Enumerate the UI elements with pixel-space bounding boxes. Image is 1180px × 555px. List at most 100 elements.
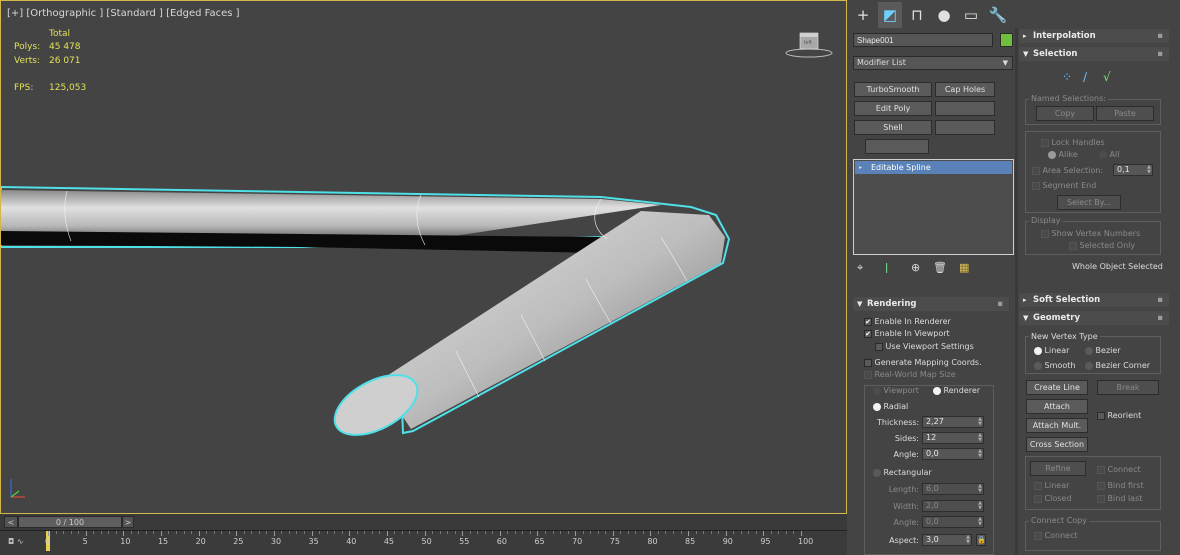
spline-tube-shape[interactable]	[1, 1, 847, 514]
perspective-viewport[interactable]: [+] [Orthographic ] [Standard ] [Edged F…	[0, 0, 847, 514]
modifier-list-dropdown[interactable]: Modifier List ▼	[853, 56, 1013, 70]
time-next-button[interactable]: >	[122, 516, 134, 528]
viewport-option-row[interactable]: Viewport	[873, 386, 919, 395]
length-spinner[interactable]: 6,0 ▲ ▼	[922, 483, 984, 495]
paste-button[interactable]: Paste	[1096, 106, 1154, 121]
generate-mapping-row[interactable]: Generate Mapping Coords.	[864, 358, 982, 367]
bezier-corner-vertex-row[interactable]: Bezier Corner	[1085, 361, 1150, 370]
viewport-radio[interactable]	[873, 386, 881, 395]
area-selection-checkbox[interactable]	[1032, 166, 1040, 175]
time-prev-button[interactable]: <	[4, 516, 18, 528]
segment-end-checkbox[interactable]	[1032, 181, 1040, 190]
edit-poly-button[interactable]: Edit Poly	[854, 101, 932, 116]
reorient-row[interactable]: Reorient	[1097, 411, 1141, 420]
key-filter-icon[interactable]: ◘ ∿	[8, 537, 38, 551]
copy-button[interactable]: Copy	[1036, 106, 1094, 121]
soft-selection-rollout-header[interactable]: ▸ Soft Selection ▪	[1019, 293, 1169, 307]
generate-mapping-checkbox[interactable]	[864, 358, 872, 367]
real-world-row[interactable]: Real-World Map Size	[864, 370, 956, 379]
time-slider-thumb[interactable]: 0 / 100	[18, 516, 122, 528]
linear-vertex-row[interactable]: Linear	[1034, 346, 1069, 355]
alike-radio[interactable]	[1048, 150, 1056, 159]
object-color-swatch[interactable]	[1000, 33, 1013, 47]
bind-last-row[interactable]: Bind last	[1097, 494, 1142, 503]
renderer-option-row[interactable]: Renderer	[933, 386, 980, 395]
radial-option-row[interactable]: Radial	[873, 402, 908, 411]
enable-in-renderer-row[interactable]: ✔ Enable In Renderer	[864, 317, 951, 326]
use-viewport-settings-checkbox[interactable]	[875, 342, 883, 351]
rendering-rollout-header[interactable]: ▼ Rendering ▪	[853, 297, 1009, 311]
configure-modifier-sets-icon[interactable]: ▦	[959, 261, 969, 274]
use-viewport-settings-row[interactable]: Use Viewport Settings	[875, 342, 974, 351]
cap-holes-button[interactable]: Cap Holes	[935, 82, 995, 97]
hierarchy-icon[interactable]: ⊓	[905, 2, 929, 28]
stack-item-editable-spline[interactable]: ▸ Editable Spline	[855, 161, 1012, 174]
connect-checkbox[interactable]	[1097, 465, 1105, 474]
rectangular-option-row[interactable]: Rectangular	[873, 468, 932, 477]
thickness-spinner[interactable]: 2,27 ▲ ▼	[922, 416, 984, 428]
spinner-arrows-icon[interactable]: ▲ ▼	[978, 484, 982, 494]
bezier-corner-radio[interactable]	[1085, 361, 1093, 370]
linear-radio[interactable]	[1034, 346, 1042, 355]
geometry-rollout-header[interactable]: ▼ Geometry ▪	[1019, 311, 1169, 325]
spinner-arrows-icon[interactable]: ▲ ▼	[978, 517, 982, 527]
display-icon[interactable]: ▭	[959, 2, 983, 28]
renderer-radio[interactable]	[933, 386, 941, 395]
area-selection-spinner[interactable]: 0,1 ▲ ▼	[1113, 164, 1153, 176]
spinner-arrows-icon[interactable]: ▲ ▼	[978, 417, 982, 427]
break-button[interactable]: Break	[1097, 380, 1159, 395]
closed-checkbox[interactable]	[1034, 494, 1042, 503]
selection-rollout-header[interactable]: ▼ Selection ▪	[1019, 47, 1169, 61]
bind-first-row[interactable]: Bind first	[1097, 481, 1144, 490]
show-vertex-numbers-checkbox[interactable]	[1041, 229, 1049, 238]
closed-row[interactable]: Closed	[1034, 494, 1071, 503]
pin-icon[interactable]: ⌖	[857, 261, 863, 275]
shell-button[interactable]: Shell	[854, 120, 932, 135]
attach-mult-button[interactable]: Attach Mult.	[1026, 418, 1088, 433]
object-name-field[interactable]	[853, 33, 993, 47]
bind-last-checkbox[interactable]	[1097, 494, 1105, 503]
refine-button[interactable]: Refine	[1030, 461, 1086, 476]
angle2-spinner[interactable]: 0,0 ▲ ▼	[922, 516, 984, 528]
cross-section-button[interactable]: Cross Section	[1026, 437, 1088, 452]
utilities-icon[interactable]: 🔧	[986, 2, 1010, 28]
connect2-checkbox[interactable]	[1034, 531, 1042, 540]
radial-radio[interactable]	[873, 402, 881, 411]
sides-spinner[interactable]: 12 ▲ ▼	[922, 432, 984, 444]
spinner-arrows-icon[interactable]: ▲ ▼	[978, 501, 982, 511]
empty-modifier-button-1[interactable]	[935, 101, 995, 116]
spline-mode-icon[interactable]: √	[1103, 70, 1111, 84]
show-vertex-numbers-row[interactable]: Show Vertex Numbers	[1041, 229, 1140, 238]
spinner-arrows-icon[interactable]: ▲ ▼	[978, 449, 982, 459]
interpolation-rollout-header[interactable]: ▸ Interpolation ▪	[1019, 29, 1169, 43]
smooth-vertex-row[interactable]: Smooth	[1034, 361, 1075, 370]
turbosmooth-button[interactable]: TurboSmooth	[854, 82, 932, 97]
segment-end-row[interactable]: Segment End	[1032, 181, 1096, 190]
lock-handles-checkbox[interactable]	[1041, 138, 1049, 147]
modify-icon[interactable]: ◩	[878, 2, 902, 28]
modifier-stack-list[interactable]: ▸ Editable Spline	[853, 159, 1014, 255]
smooth-radio[interactable]	[1034, 361, 1042, 370]
connect-row[interactable]: Connect	[1097, 465, 1141, 474]
all-radio[interactable]	[1099, 150, 1107, 159]
width-spinner[interactable]: 2,0 ▲ ▼	[922, 500, 984, 512]
bezier-vertex-row[interactable]: Bezier	[1085, 346, 1121, 355]
lock-icon[interactable]: 🔒	[976, 534, 986, 546]
timeline-ruler[interactable]: ◘ ∿ 0 5 10 15 20 25 30 35 40 45 50 55 60 65 70 75 80 85 90…	[0, 530, 847, 555]
motion-icon[interactable]: ●	[932, 2, 956, 28]
empty-modifier-button-2[interactable]	[935, 120, 995, 135]
linear2-checkbox[interactable]	[1034, 481, 1042, 490]
linear2-row[interactable]: Linear	[1034, 481, 1069, 490]
attach-button[interactable]: Attach	[1026, 399, 1088, 414]
alike-row[interactable]: Alike	[1048, 150, 1078, 159]
connect2-row[interactable]: Connect	[1034, 531, 1078, 540]
select-by-button[interactable]: Select By...	[1057, 195, 1121, 210]
enable-in-renderer-checkbox[interactable]: ✔	[864, 317, 872, 326]
make-unique-icon[interactable]: ⊕	[911, 261, 920, 274]
real-world-checkbox[interactable]	[864, 370, 872, 379]
selected-only-checkbox[interactable]	[1069, 241, 1077, 250]
plus-icon[interactable]: +	[851, 2, 875, 28]
lock-handles-row[interactable]: Lock Handles	[1041, 138, 1105, 147]
empty-modifier-button-3[interactable]	[865, 139, 929, 154]
bezier-radio[interactable]	[1085, 346, 1093, 355]
